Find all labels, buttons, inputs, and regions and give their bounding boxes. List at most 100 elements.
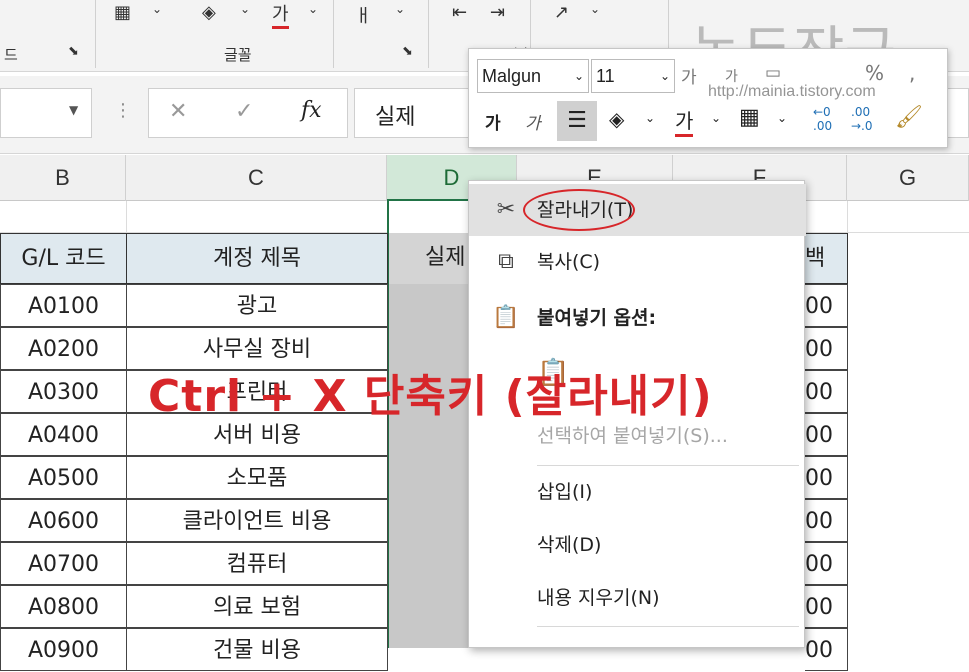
copy-icon: ⧉	[498, 249, 514, 274]
ribbon-group-label-font: 글꼴	[224, 46, 252, 64]
menu-item-clear-contents[interactable]: 내용 지우기(N)	[469, 572, 806, 624]
menu-item-label: 내용 지우기(N)	[537, 587, 660, 609]
chevron-down-icon[interactable]: ⌄	[711, 111, 721, 125]
table-cell-amount[interactable]: 00	[805, 370, 848, 413]
dialog-launcher-icon[interactable]: ⬊	[402, 44, 413, 59]
table-cell-amount[interactable]: 00	[805, 542, 848, 585]
selected-column-d-top-cell[interactable]	[387, 201, 468, 233]
table-header-code[interactable]: G/L 코드	[0, 233, 127, 284]
chevron-down-icon[interactable]: ⌄	[590, 2, 600, 16]
table-cell-amount[interactable]: 00	[805, 499, 848, 542]
name-box[interactable]: ▼	[0, 88, 92, 138]
comma-button[interactable]: ,	[909, 61, 915, 85]
menu-item-format-cells[interactable]: ▦ 셀 서식	[469, 627, 806, 649]
table-cell-title[interactable]: 의료 보험	[126, 585, 388, 628]
percent-button[interactable]: %	[865, 61, 884, 85]
fill-color-icon[interactable]: ◈	[202, 2, 216, 23]
enter-icon[interactable]: ✓	[235, 99, 253, 124]
menu-item-paste-options: 📋 붙여넣기 옵션:	[469, 292, 806, 344]
table-cell-title[interactable]: 클라이언트 비용	[126, 499, 388, 542]
format-painter-icon[interactable]: 🖌	[895, 105, 923, 130]
increase-decimal-icon[interactable]: ←0.00	[813, 105, 832, 133]
chevron-down-icon[interactable]: ⌄	[660, 60, 670, 92]
menu-item-label: 셀 서식	[537, 633, 595, 649]
table-cell-amount[interactable]: 00	[805, 284, 848, 327]
ribbon-divider	[95, 0, 96, 68]
table-header-title[interactable]: 계정 제목	[126, 233, 388, 284]
decrease-indent-icon[interactable]: ⇤	[452, 2, 467, 23]
paste-icon: 📋	[492, 305, 520, 330]
menu-item-label: 삭제(D)	[537, 534, 602, 556]
table-cell-title[interactable]: 컴퓨터	[126, 542, 388, 585]
chevron-down-icon[interactable]: ▼	[69, 103, 78, 117]
table-header-actual[interactable]: 실제	[389, 233, 468, 284]
chevron-down-icon[interactable]: ⌄	[152, 2, 162, 16]
phonetic-icon[interactable]: ㅐ	[355, 2, 372, 28]
increase-indent-icon[interactable]: ⇥	[490, 2, 505, 23]
orientation-icon[interactable]: ↗	[554, 2, 569, 23]
table-header-budget[interactable]: 백	[805, 233, 848, 284]
table-cell-code[interactable]: A0400	[0, 413, 127, 456]
table-cell-amount[interactable]: 00	[805, 456, 848, 499]
dialog-launcher-icon[interactable]: ⬊	[68, 44, 79, 59]
watermark-url: http://mainia.tistory.com	[708, 83, 876, 100]
font-color-icon[interactable]: 가	[272, 0, 289, 29]
table-cell-amount[interactable]: 00	[805, 327, 848, 370]
fill-color-icon[interactable]: ◈	[609, 107, 624, 131]
menu-item-cut[interactable]: ✂ 잘라내기(T)	[469, 184, 806, 236]
table-cell-code[interactable]: A0100	[0, 284, 127, 327]
table-cell-code[interactable]: A0500	[0, 456, 127, 499]
column-header-b[interactable]: B	[0, 155, 126, 201]
formula-content: 실제	[375, 105, 416, 130]
table-cell-code[interactable]: A0200	[0, 327, 127, 370]
table-cell-code[interactable]: A0900	[0, 628, 127, 671]
format-cells-icon: ▦	[491, 633, 521, 649]
insert-function-icon[interactable]: fx	[301, 98, 322, 123]
table-cell-amount[interactable]: 00	[805, 585, 848, 628]
font-name-value: Malgun	[482, 66, 542, 86]
column-header-c[interactable]: C	[126, 155, 387, 201]
currency-icon[interactable]: ▭	[765, 63, 781, 83]
chevron-down-icon[interactable]: ⌄	[240, 2, 250, 16]
align-center-icon[interactable]: ☰	[557, 101, 597, 141]
ribbon-divider	[333, 0, 334, 68]
table-cell-title[interactable]: 건물 비용	[126, 628, 388, 671]
font-name-select[interactable]: Malgun ⌄	[477, 59, 589, 93]
borders-icon[interactable]: ▦	[114, 2, 131, 23]
table-cell-code[interactable]: A0800	[0, 585, 127, 628]
menu-item-insert[interactable]: 삽입(I)	[469, 466, 806, 518]
ribbon-divider	[428, 0, 429, 68]
italic-button[interactable]: 가	[525, 109, 541, 134]
font-size-select[interactable]: 11 ⌄	[591, 59, 675, 93]
shortcut-annotation: Ctrl + X 단축키 (잘라내기)	[148, 371, 713, 422]
table-cell-title[interactable]: 소모품	[126, 456, 388, 499]
menu-item-delete[interactable]: 삭제(D)	[469, 519, 806, 571]
ribbon-group-label-left: 드	[4, 46, 18, 64]
decrease-decimal-icon[interactable]: .00 →.0	[851, 105, 873, 133]
borders-icon[interactable]: ▦	[739, 105, 760, 130]
table-cell-amount[interactable]: 00	[805, 628, 848, 671]
formula-buttons: ✕ ✓ fx	[148, 88, 348, 138]
table-cell-amount[interactable]: 00	[805, 413, 848, 456]
font-size-value: 11	[596, 66, 615, 86]
bold-button[interactable]: 가	[485, 109, 501, 134]
column-header-g[interactable]: G	[847, 155, 969, 201]
table-cell-code[interactable]: A0700	[0, 542, 127, 585]
table-cell-code[interactable]: A0600	[0, 499, 127, 542]
grow-font-button[interactable]: 가	[681, 63, 697, 88]
table-cell-title[interactable]: 광고	[126, 284, 388, 327]
more-icon: ⋮	[114, 100, 132, 121]
chevron-down-icon[interactable]: ⌄	[308, 2, 318, 16]
table-cell-code[interactable]: A0300	[0, 370, 127, 413]
cancel-icon[interactable]: ✕	[169, 99, 187, 124]
chevron-down-icon[interactable]: ⌄	[395, 2, 405, 16]
menu-item-label: 삽입(I)	[537, 481, 593, 503]
scissors-icon: ✂	[496, 197, 516, 222]
chevron-down-icon[interactable]: ⌄	[574, 60, 584, 92]
chevron-down-icon[interactable]: ⌄	[645, 111, 655, 125]
menu-item-label: 붙여넣기 옵션:	[537, 307, 657, 329]
font-color-icon[interactable]: 가	[675, 105, 694, 137]
highlight-circle	[523, 189, 635, 231]
chevron-down-icon[interactable]: ⌄	[777, 111, 787, 125]
menu-item-copy[interactable]: ⧉ 복사(C)	[469, 236, 806, 288]
